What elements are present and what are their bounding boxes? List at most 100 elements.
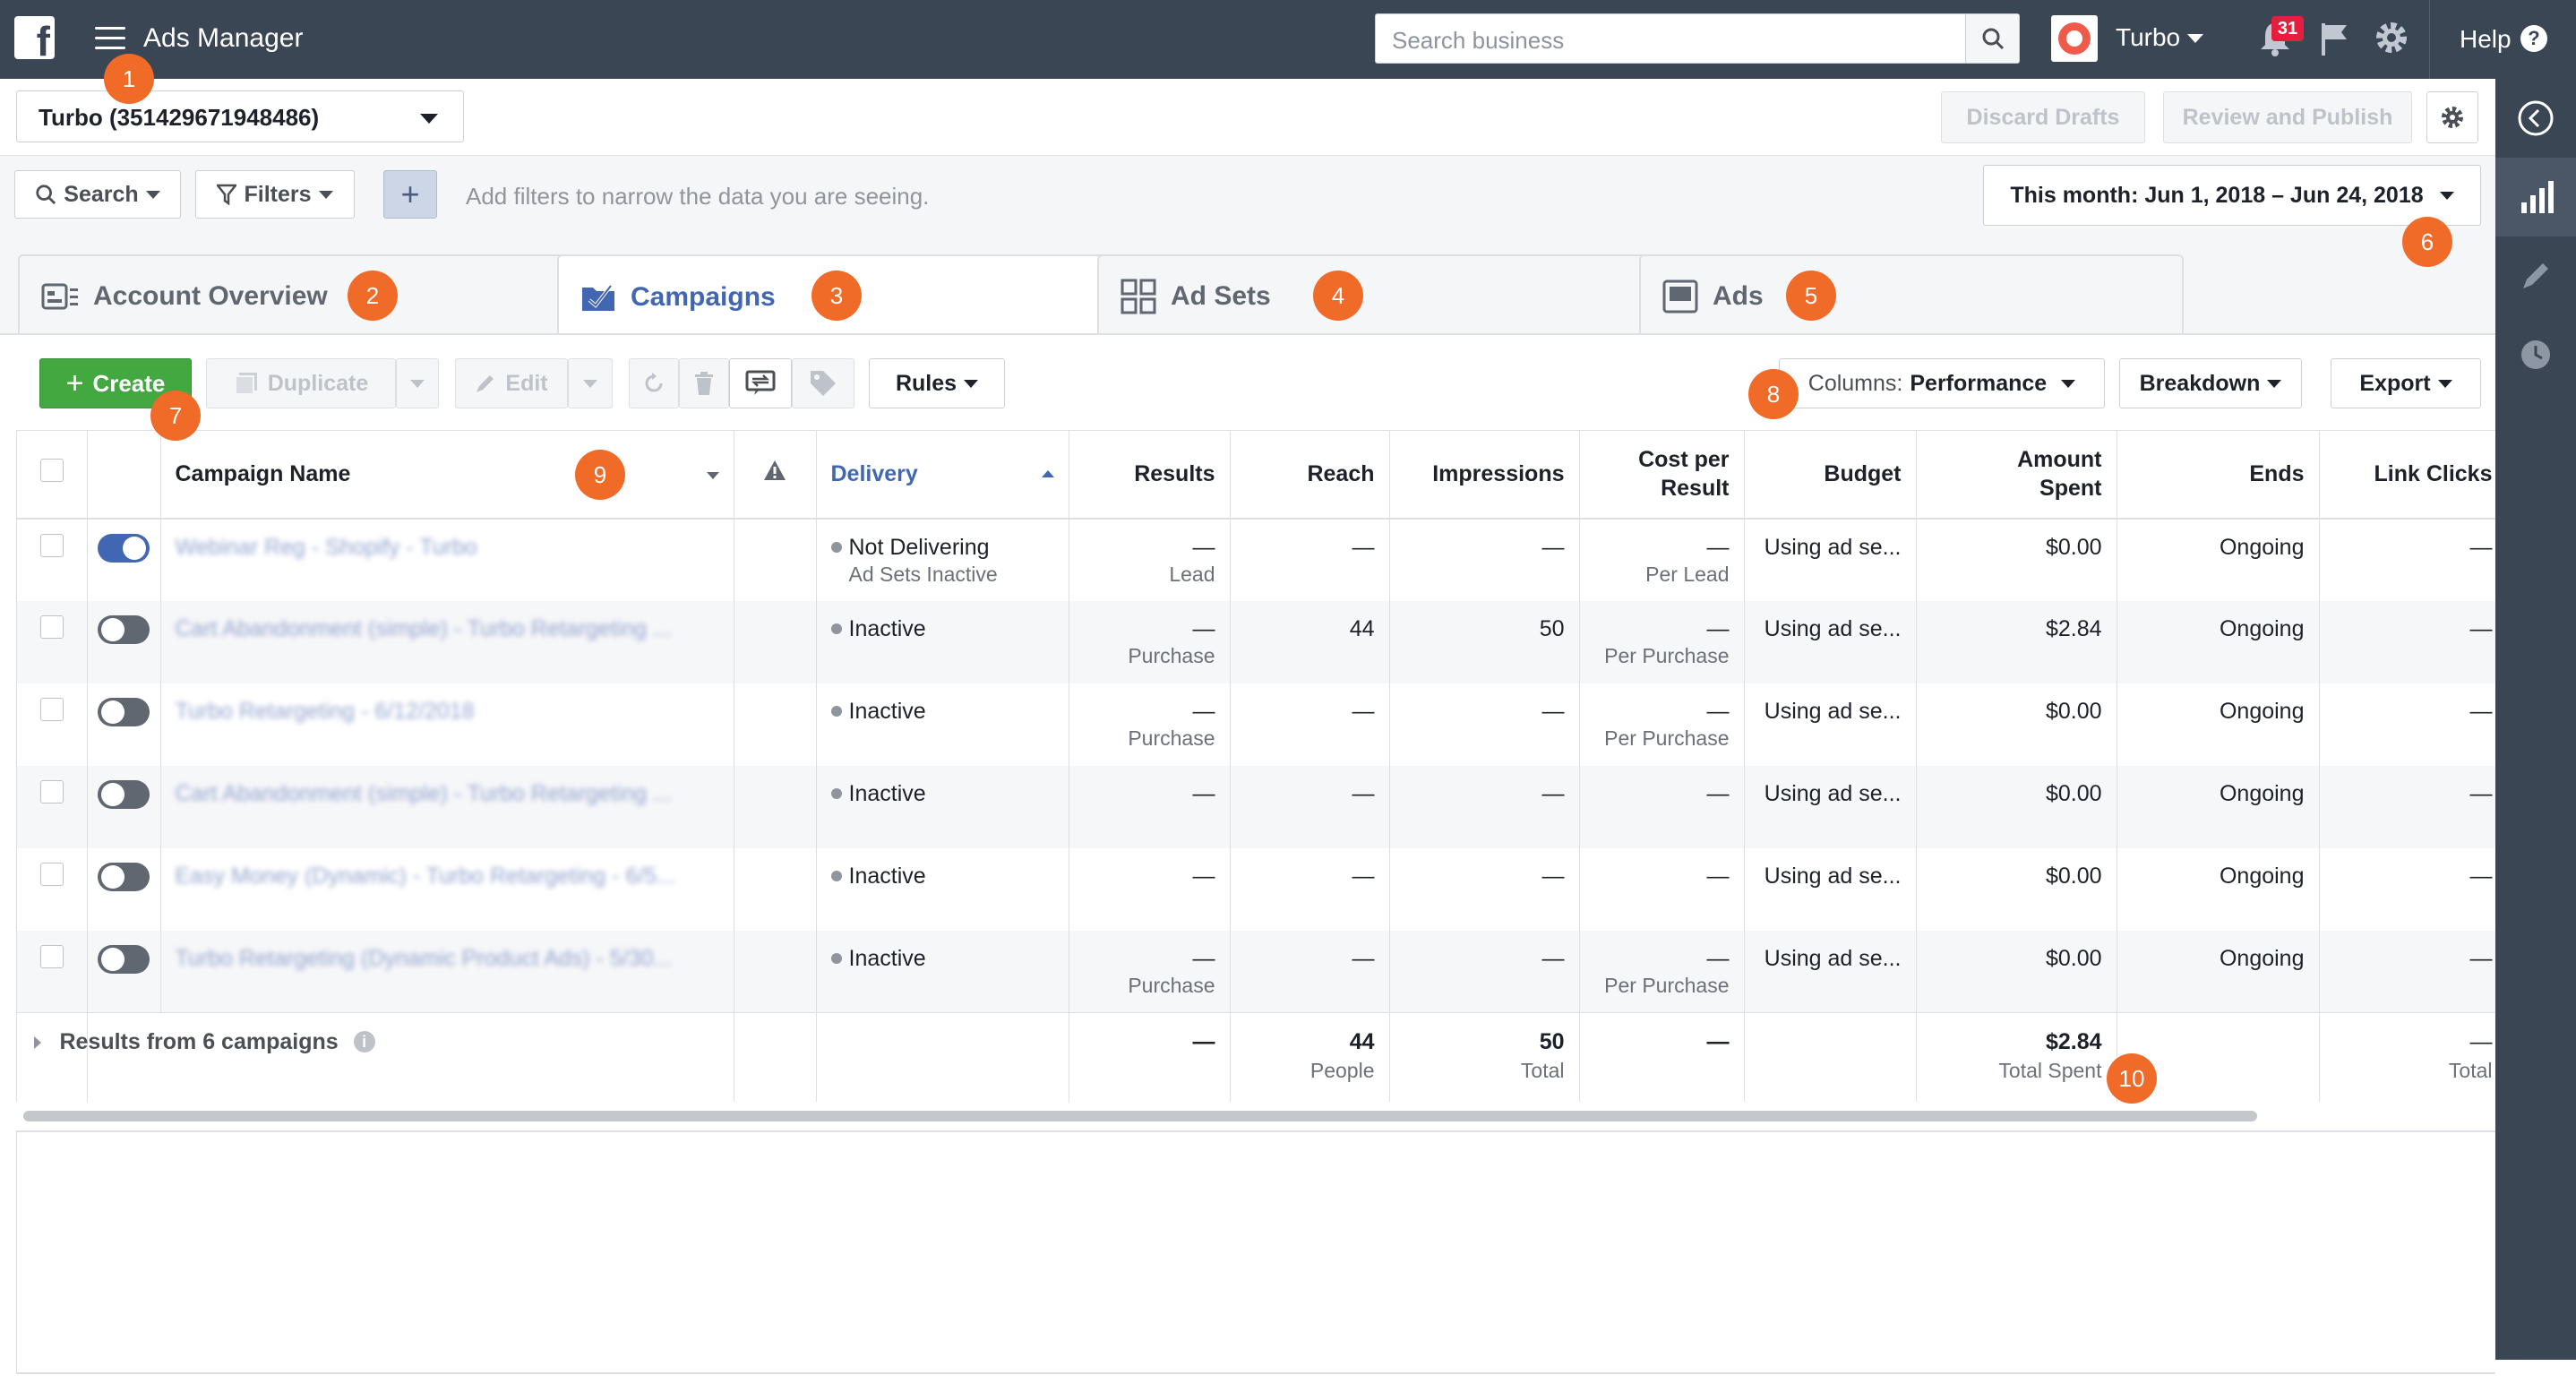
ab-test-button[interactable] (729, 358, 792, 408)
export-button[interactable]: Export (2331, 358, 2481, 408)
tab-ads[interactable]: Ads (1639, 254, 2184, 337)
performance-chart-icon[interactable] (2495, 158, 2576, 236)
column-header-amount-spent[interactable]: Amount Spent (1916, 430, 2117, 520)
refresh-icon (645, 373, 663, 392)
campaign-on-off-toggle[interactable] (98, 862, 150, 891)
pencil-icon[interactable] (2495, 236, 2576, 315)
search-filter-button[interactable]: Search (14, 170, 181, 219)
summary-impressions-sub: Total (1520, 1059, 1565, 1082)
ad-account-selector[interactable]: Turbo (351429671948486) (16, 90, 464, 142)
edit-options-button[interactable] (568, 358, 613, 408)
collapse-panel-icon[interactable] (2495, 79, 2576, 158)
column-header-issues[interactable] (734, 430, 817, 520)
row-checkbox[interactable] (39, 697, 64, 721)
ends-value: Ongoing (2117, 765, 2320, 848)
chevron-down-icon (2437, 379, 2452, 388)
chevron-down-icon[interactable] (2187, 34, 2203, 43)
column-header-delivery[interactable]: Delivery (816, 430, 1069, 520)
column-header-label: Campaign Name (175, 461, 351, 487)
funnel-icon (217, 184, 237, 205)
gear-icon[interactable] (2372, 18, 2411, 62)
table-row[interactable]: Turbo Retargeting (Dynamic Product Ads) … (17, 930, 2495, 1013)
columns-preset-button[interactable]: Columns: Performance (1779, 358, 2105, 408)
column-header-ends[interactable]: Ends (2117, 430, 2320, 520)
business-search-input[interactable] (1390, 22, 1895, 58)
campaign-on-off-toggle[interactable] (98, 697, 150, 726)
column-header-budget[interactable]: Budget (1744, 430, 1917, 520)
row-checkbox[interactable] (39, 533, 64, 557)
campaign-name-link[interactable]: Turbo Retargeting - 6/12/2018 (176, 698, 719, 725)
column-header-campaign-name[interactable]: Campaign Name (160, 430, 734, 520)
clock-icon[interactable] (2495, 315, 2576, 394)
table-row[interactable]: Cart Abandonment (simple) - Turbo Retarg… (17, 600, 2495, 683)
campaign-on-off-toggle[interactable] (98, 779, 150, 809)
create-label: Create (92, 369, 166, 397)
delete-button[interactable] (679, 358, 729, 408)
campaign-name-link[interactable]: Cart Abandonment (simple) - Turbo Retarg… (176, 780, 719, 807)
horizontal-scrollbar[interactable] (23, 1111, 2257, 1121)
account-avatar[interactable] (2051, 15, 2098, 62)
discard-drafts-button[interactable]: Discard Drafts (1941, 91, 2145, 143)
date-range-picker[interactable]: This month: Jun 1, 2018 – Jun 24, 2018 (1983, 165, 2481, 226)
summary-label-cell: Results from 6 campaigns i (33, 1012, 734, 1102)
table-row[interactable]: Turbo Retargeting - 6/12/2018 Inactive — Pu… (17, 683, 2495, 766)
table-row[interactable]: Webinar Reg - Shopify - Turbo Not Deliver… (17, 518, 2495, 601)
column-header-results[interactable]: Results (1069, 430, 1231, 520)
row-checkbox[interactable] (39, 614, 64, 639)
table-row[interactable]: Easy Money (Dynamic) - Turbo Retargeting… (17, 847, 2495, 931)
tab-ad-sets[interactable]: Ad Sets (1097, 254, 1660, 337)
select-all-checkbox[interactable] (39, 459, 64, 483)
grid-icon (1121, 279, 1156, 314)
info-icon[interactable]: i (353, 1031, 375, 1053)
refresh-button[interactable] (629, 358, 679, 408)
row-checkbox[interactable] (39, 862, 64, 886)
facebook-logo-icon[interactable]: f (14, 16, 55, 59)
chevron-down-icon[interactable] (706, 472, 719, 480)
campaign-name-link[interactable]: Easy Money (Dynamic) - Turbo Retargeting… (176, 863, 719, 889)
annotation-marker: 3 (811, 271, 862, 321)
campaign-name-link[interactable]: Turbo Retargeting (Dynamic Product Ads) … (176, 945, 719, 972)
settings-button[interactable] (2426, 91, 2478, 143)
notification-count-badge[interactable]: 31 (2271, 16, 2304, 41)
campaign-on-off-toggle[interactable] (98, 533, 150, 563)
campaign-name-link[interactable]: Cart Abandonment (simple) - Turbo Retarg… (176, 615, 719, 642)
table-row[interactable]: Cart Abandonment (simple) - Turbo Retarg… (17, 765, 2495, 848)
delivery-status: Inactive (848, 780, 926, 806)
filters-button[interactable]: Filters (195, 170, 355, 219)
campaign-name-cell: Cart Abandonment (simple) - Turbo Retarg… (160, 600, 734, 683)
column-header-impressions[interactable]: Impressions (1389, 430, 1580, 520)
add-filter-button[interactable]: + (383, 170, 437, 219)
search-icon[interactable] (1965, 14, 2019, 63)
tag-button[interactable] (792, 358, 854, 408)
column-header-reach[interactable]: Reach (1230, 430, 1390, 520)
column-header-cost-per-result[interactable]: Cost per Result (1579, 430, 1745, 520)
campaign-on-off-toggle[interactable] (98, 614, 150, 644)
duplicate-button[interactable]: Duplicate (206, 358, 396, 408)
tag-icon (811, 371, 836, 396)
campaign-name-link[interactable]: Webinar Reg - Shopify - Turbo (176, 534, 719, 561)
hamburger-menu-icon[interactable] (95, 27, 125, 52)
summary-empty-cell (1744, 1012, 1917, 1102)
results-value: — (1192, 863, 1215, 889)
campaign-on-off-toggle[interactable] (98, 944, 150, 974)
summary-cost-per-result: — (1579, 1012, 1745, 1102)
delivery-cell: Inactive (816, 765, 1069, 848)
row-checkbox[interactable] (39, 779, 64, 803)
columns-value: Performance (1910, 370, 2048, 396)
rules-button[interactable]: Rules (869, 358, 1005, 408)
column-header-link-clicks[interactable]: Link Clicks (2319, 430, 2495, 520)
help-link[interactable]: Help (2460, 25, 2512, 54)
account-switcher-label[interactable]: Turbo (2116, 23, 2180, 52)
chevron-right-icon[interactable] (33, 1036, 41, 1049)
flag-icon[interactable] (2318, 21, 2350, 62)
row-checkbox[interactable] (39, 944, 64, 968)
help-icon[interactable]: ? (2520, 25, 2547, 52)
duplicate-options-button[interactable] (396, 358, 439, 408)
review-and-publish-button[interactable]: Review and Publish (2163, 91, 2412, 143)
business-search (1375, 13, 2020, 64)
account-row: Turbo (351429671948486) Discard Drafts R… (0, 79, 2495, 156)
tab-account-overview[interactable]: Account Overview (18, 254, 571, 337)
breakdown-button[interactable]: Breakdown (2119, 358, 2302, 408)
edit-button[interactable]: Edit (455, 358, 568, 408)
summary-spent-cell: $2.84 Total Spent (1916, 1012, 2117, 1102)
